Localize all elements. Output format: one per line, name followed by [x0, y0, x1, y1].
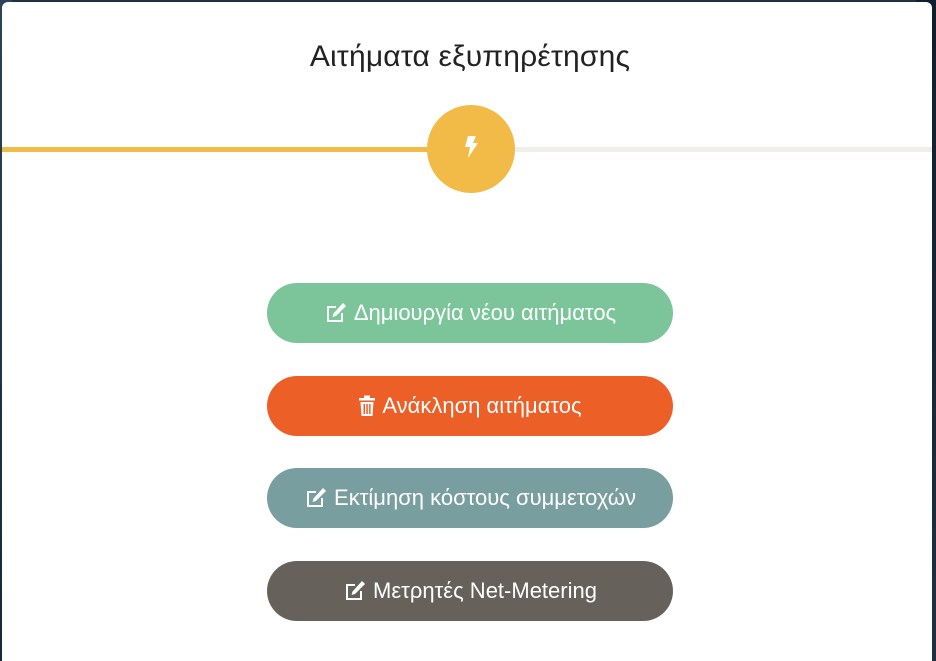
trash-icon	[358, 395, 376, 417]
edit-icon	[324, 302, 348, 324]
cancel-request-button[interactable]: Ανάκληση αιτήματος	[267, 376, 673, 436]
lightning-bolt-icon	[459, 134, 483, 165]
dialog-title: Αιτήματα εξυπηρέτησης	[309, 40, 631, 73]
net-metering-meters-button[interactable]: Μετρητές Net-Metering	[267, 561, 673, 621]
estimate-participation-cost-button[interactable]: Εκτίμηση κόστους συμμετοχών	[267, 468, 673, 528]
estimate-participation-cost-label: Εκτίμηση κόστους συμμετοχών	[334, 485, 636, 510]
cancel-request-label: Ανάκληση αιτήματος	[382, 393, 582, 418]
edit-icon	[304, 487, 328, 509]
create-new-request-button[interactable]: Δημιουργία νέου αιτήματος	[267, 283, 673, 343]
net-metering-meters-label: Μετρητές Net-Metering	[373, 578, 597, 603]
progress-fill	[2, 147, 430, 152]
create-new-request-label: Δημιουργία νέου αιτήματος	[353, 300, 617, 325]
service-requests-dialog: Αιτήματα εξυπηρέτησης Δημιουργία νέου αι…	[2, 2, 932, 661]
edit-icon	[343, 580, 367, 602]
step-indicator	[427, 105, 515, 193]
